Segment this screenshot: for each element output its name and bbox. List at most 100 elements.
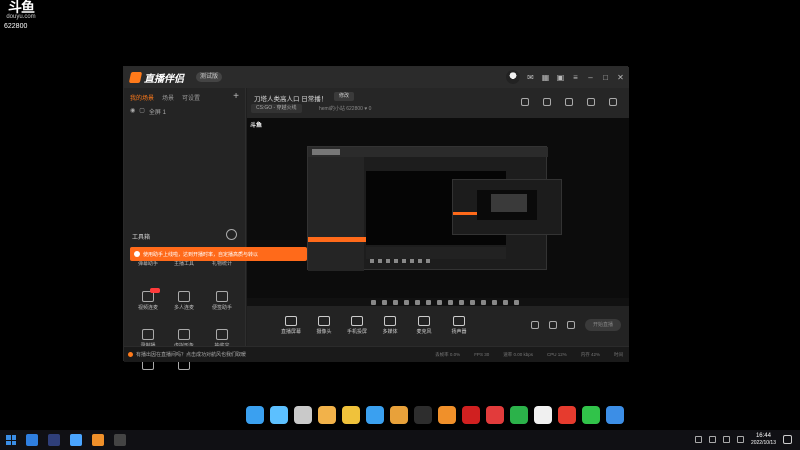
dock-app-icon[interactable] <box>486 406 504 424</box>
avatar[interactable] <box>506 70 520 84</box>
tool-note[interactable]: 便签助手 <box>204 291 240 311</box>
tool-label: 礼物统计 <box>211 261 232 267</box>
category-selector[interactable]: CS:GO - 穿越火线 <box>251 104 302 113</box>
maximize-icon[interactable]: □ <box>601 73 610 82</box>
gift-box-icon[interactable] <box>521 98 529 106</box>
dock-app-icon[interactable] <box>246 406 264 424</box>
dock-app-icon[interactable] <box>558 406 576 424</box>
dock-app-icon[interactable] <box>438 406 456 424</box>
stat-cpu: CPU 12% <box>546 352 567 357</box>
live-companion-icon[interactable] <box>92 434 104 446</box>
terminal-icon[interactable] <box>114 434 126 446</box>
dock-app-icon[interactable] <box>414 406 432 424</box>
phone-cast-button[interactable]: 手机投屏 <box>340 316 374 335</box>
notification-icon[interactable] <box>783 435 792 444</box>
menu-icon[interactable]: ≡ <box>571 73 580 82</box>
dock-app-icon[interactable] <box>462 406 480 424</box>
stream-preview[interactable]: 斗鱼 <box>247 118 629 306</box>
app-name: 直播伴侣 <box>144 74 184 85</box>
status-notice-text: 有播出因在直播间吗？点击成功对航风也我们取暖 <box>136 352 247 358</box>
record-icon <box>142 329 154 340</box>
camera-button[interactable]: 摄像头 <box>307 316 341 335</box>
screen-capture-button[interactable]: 直播屏幕 <box>274 316 308 335</box>
microphone-button[interactable]: 麦克风 <box>407 316 441 335</box>
bell-icon[interactable] <box>587 98 595 106</box>
toolbox-settings-icon[interactable] <box>226 229 237 240</box>
dock-app-icon[interactable] <box>534 406 552 424</box>
nested-control-bar <box>366 247 506 259</box>
tab-my-scenes[interactable]: 我的场景 <box>130 93 154 102</box>
tool-label: 视频连麦 <box>137 305 158 311</box>
nested-app-capture <box>307 146 562 271</box>
window-controls: ✉ ▦ ▣ ≡ – □ ✕ <box>506 70 625 84</box>
tool-video-link[interactable]: 视频连麦 <box>130 288 166 311</box>
streaming-app-window: 直播伴侣 测试版 ✉ ▦ ▣ ≡ – □ ✕ 我的场景 场景 可设置 + ◉ ▢… <box>123 66 629 370</box>
tab-settings[interactable]: 可设置 <box>182 93 200 102</box>
close-icon[interactable]: ✕ <box>616 73 625 82</box>
live-controls: 开始直播 <box>530 319 621 331</box>
nested-sidebar <box>308 157 366 271</box>
edit-title-button[interactable]: 修改 <box>334 92 355 101</box>
mail-icon[interactable]: ✉ <box>526 73 535 82</box>
version-badge[interactable]: 测试版 <box>196 72 223 82</box>
app-logo-icon <box>128 72 143 83</box>
dock-app-icon[interactable] <box>318 406 336 424</box>
dock-app-icon[interactable] <box>606 406 624 424</box>
shirt-icon[interactable]: ▣ <box>556 73 565 82</box>
network-icon[interactable] <box>708 436 716 443</box>
dock-app-icon[interactable] <box>270 406 288 424</box>
info-icon <box>134 251 140 257</box>
window-icon[interactable] <box>565 98 573 106</box>
dock-app-icon[interactable] <box>366 406 384 424</box>
volume-icon[interactable] <box>722 436 730 443</box>
scene-item[interactable]: ◉ ▢ 全屏 1 <box>130 107 166 116</box>
douyu-logo: 斗鱼 <box>8 0 35 15</box>
status-notice[interactable]: 有播出因在直播间吗？点击成功对航风也我们取暖 <box>128 351 246 358</box>
ime-icon[interactable] <box>736 436 744 443</box>
chevron-up-icon[interactable] <box>694 436 702 443</box>
tab-scenes[interactable]: 场景 <box>162 93 174 102</box>
sidebar: 我的场景 场景 可设置 + ◉ ▢ 全屏 1 工具箱 弹幕助手 主播工具 礼物统… <box>124 88 246 370</box>
video-icon[interactable] <box>530 321 539 329</box>
windows-start-icon[interactable] <box>6 435 16 445</box>
watermark-room-id: 622800 <box>4 23 28 30</box>
system-tray: 16:44 2022/10/13 <box>694 433 792 446</box>
dock-app-icon[interactable] <box>342 406 360 424</box>
share-icon[interactable] <box>609 98 617 106</box>
lock-icon[interactable]: ▢ <box>139 107 145 116</box>
room-header: 刀塔人类高人口 日常播！ 修改 CS:GO - 穿越火线 hemi的小站 622… <box>247 88 629 118</box>
tool-multi-link[interactable]: 多人连麦 <box>166 291 202 311</box>
app-icon[interactable] <box>48 434 60 446</box>
grid-icon[interactable]: ▦ <box>541 73 550 82</box>
tool-label: 便签助手 <box>211 305 232 311</box>
tool-label: 多人连麦 <box>173 305 194 311</box>
room-title[interactable]: 刀塔人类高人口 日常播！ <box>254 93 327 103</box>
add-scene-icon[interactable]: + <box>233 91 239 102</box>
unlock-icon[interactable] <box>543 98 551 106</box>
gear-icon[interactable] <box>566 321 575 329</box>
nested-logo <box>312 149 340 155</box>
screen-icon <box>285 316 297 326</box>
clock[interactable]: 16:44 2022/10/13 <box>751 433 776 446</box>
steam-icon[interactable] <box>70 434 82 446</box>
control-label: 直播屏幕 <box>280 329 301 335</box>
preview-taskbar <box>247 298 629 306</box>
dock-app-icon[interactable] <box>582 406 600 424</box>
like-count: 0 <box>368 106 372 112</box>
edge-icon[interactable] <box>26 434 38 446</box>
dock-app-icon[interactable] <box>510 406 528 424</box>
dock-app-icon[interactable] <box>294 406 312 424</box>
media-button[interactable]: 多媒体 <box>373 316 407 335</box>
eye-icon[interactable]: ◉ <box>130 107 135 116</box>
stat-mem: 内存 42% <box>580 352 600 357</box>
stat-bitrate: 速率 0.00 kbps <box>503 352 533 357</box>
microphone-icon <box>418 316 430 326</box>
record-toggle-icon[interactable] <box>548 321 557 329</box>
camera-icon <box>318 316 330 326</box>
notice-icon <box>128 352 133 357</box>
promo-toast[interactable]: 使用助手上线啦，达到开播时率，自定播高质与转以 <box>130 247 307 261</box>
minimize-icon[interactable]: – <box>586 73 595 82</box>
dock-app-icon[interactable] <box>390 406 408 424</box>
go-live-button[interactable]: 开始直播 <box>584 319 621 331</box>
speaker-button[interactable]: 扬声器 <box>442 316 476 335</box>
